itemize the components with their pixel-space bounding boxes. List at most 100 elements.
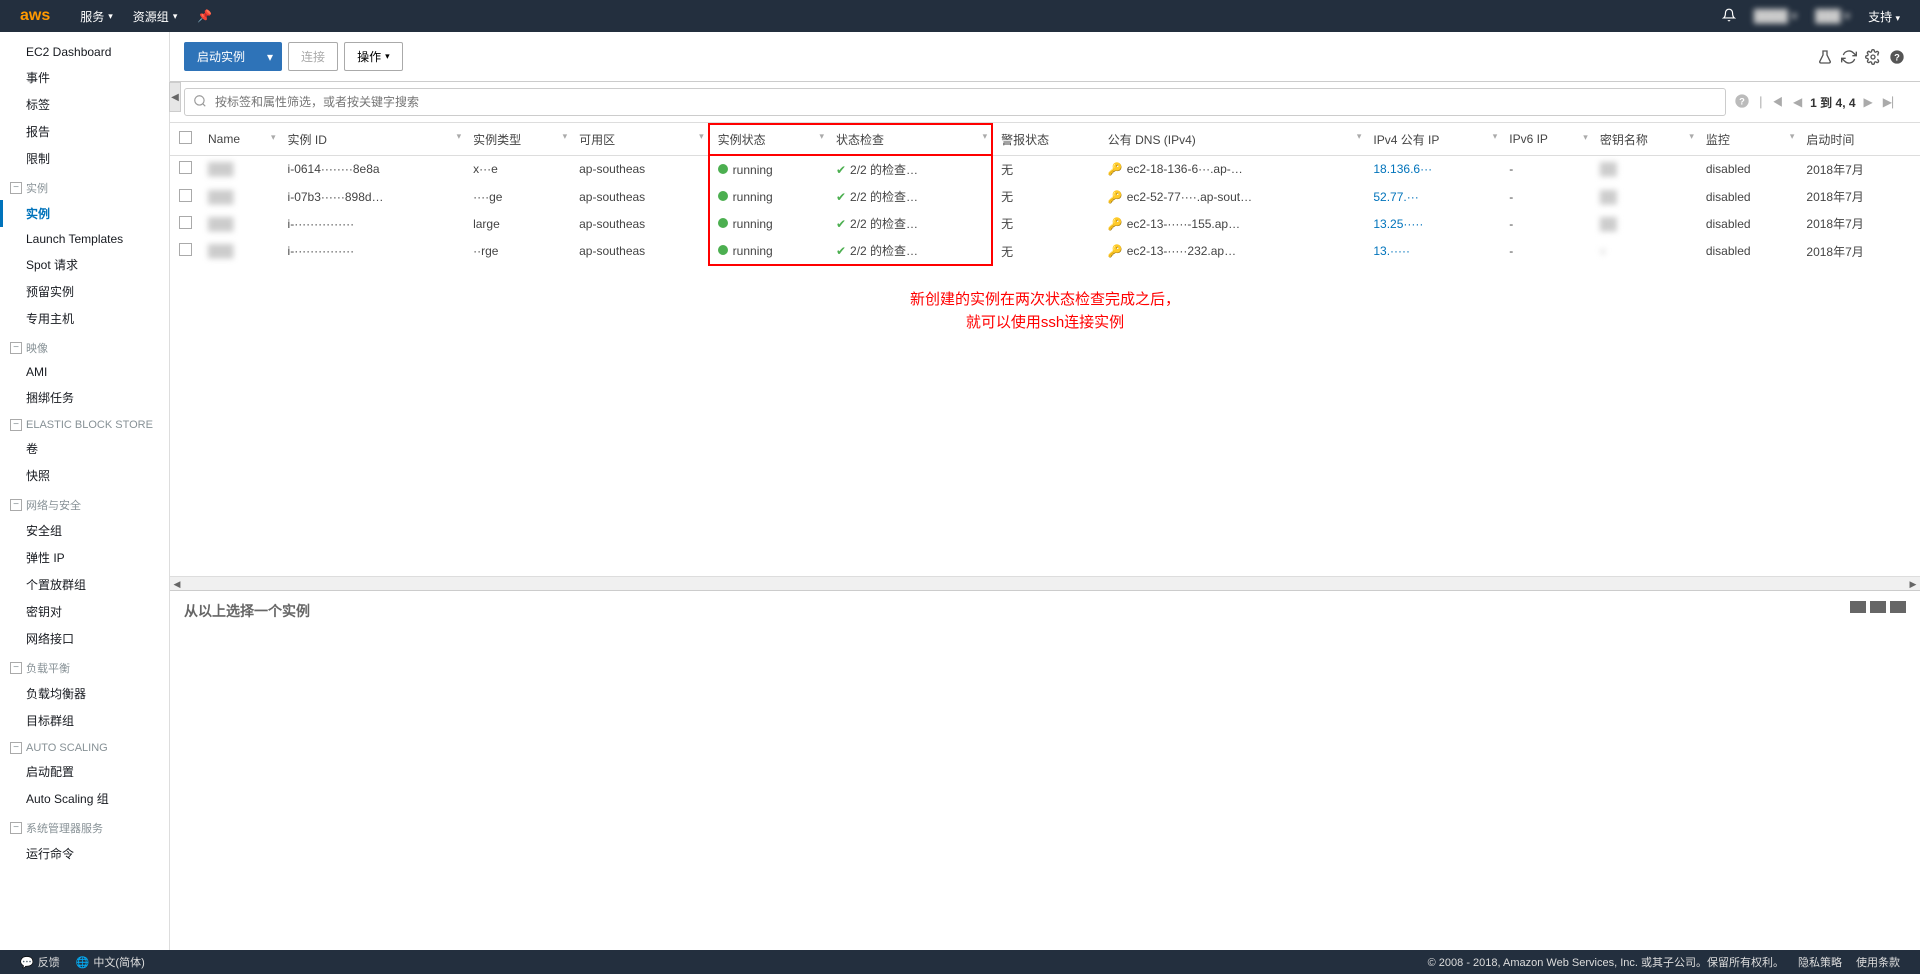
collapse-icon[interactable]: − [10,742,22,754]
col-name[interactable]: Name▾ [200,124,280,155]
page-prev-icon[interactable]: ◀ [1791,93,1804,111]
collapse-icon[interactable]: − [10,419,22,431]
horizontal-scrollbar[interactable]: ◀ ▶ [170,576,1920,590]
privacy-link[interactable]: 隐私策略 [1798,954,1842,970]
sidebar-item[interactable]: 卷 [0,435,169,462]
services-menu[interactable]: 服务 ▾ [80,8,113,25]
sidebar-item[interactable]: Spot 请求 [0,251,169,278]
instance-table: Name▾ 实例 ID▾ 实例类型▾ 可用区▾ 实例状态▾ 状态检查▾ 警报状态… [170,123,1920,576]
collapse-icon[interactable]: − [10,662,22,674]
col-public-dns[interactable]: 公有 DNS (IPv4)▾ [1100,124,1366,155]
region-menu[interactable]: ███ ▾ [1815,9,1850,23]
col-ipv6[interactable]: IPv6 IP▾ [1501,124,1592,155]
page-last-icon[interactable]: ▶⎸ [1881,93,1906,112]
sidebar-item[interactable]: 负载均衡器 [0,680,169,707]
feedback-button[interactable]: 💬 反馈 [20,954,60,970]
support-menu[interactable]: 支持 ▾ [1868,8,1900,25]
connect-button[interactable]: 连接 [288,42,338,71]
sidebar-item[interactable]: 目标群组 [0,707,169,734]
cell-public-ip[interactable]: 13.25····· [1365,210,1501,237]
sidebar-collapse-handle[interactable]: ◀ [169,82,181,112]
sidebar-item[interactable]: Auto Scaling 组 [0,785,169,812]
aws-logo[interactable]: aws [20,7,50,25]
refresh-icon[interactable] [1840,48,1858,66]
sidebar-item[interactable]: 密钥对 [0,598,169,625]
sidebar-group-header[interactable]: − 负载平衡 [0,652,169,680]
help-icon[interactable]: ? [1888,48,1906,66]
sidebar-item[interactable]: 运行命令 [0,840,169,867]
col-status-check[interactable]: 状态检查▾ [828,124,992,155]
sidebar-item[interactable]: 实例 [0,200,169,227]
sidebar-item[interactable]: 快照 [0,462,169,489]
collapse-icon[interactable]: − [10,342,22,354]
sidebar-item[interactable]: EC2 Dashboard [0,40,169,64]
launch-instance-dropdown[interactable]: ▾ [258,42,282,71]
resource-groups-menu[interactable]: 资源组 ▾ [133,8,178,25]
sidebar-item[interactable]: 标签 [0,91,169,118]
account-menu[interactable]: ████ ▾ [1754,9,1797,23]
terms-link[interactable]: 使用条款 [1856,954,1900,970]
col-state[interactable]: 实例状态▾ [709,124,828,155]
row-checkbox[interactable] [179,161,192,174]
sidebar-item[interactable]: 个置放群组 [0,571,169,598]
select-all-checkbox[interactable] [179,131,192,144]
sidebar-item[interactable]: 专用主机 [0,305,169,332]
table-row[interactable]: ███ i-07b3······898d… ····ge ap-southeas… [170,183,1920,210]
table-row[interactable]: ███ i-0614········8e8a x···e ap-southeas… [170,155,1920,183]
search-box[interactable] [184,88,1726,116]
layout-icon-1[interactable] [1850,601,1866,613]
sidebar-group-header[interactable]: − 网络与安全 [0,489,169,517]
col-zone[interactable]: 可用区▾ [571,124,709,155]
col-alarm[interactable]: 警报状态 [992,124,1100,155]
col-instance-id[interactable]: 实例 ID▾ [280,124,466,155]
flask-icon[interactable] [1816,48,1834,66]
collapse-icon[interactable]: − [10,822,22,834]
col-monitoring[interactable]: 监控▾ [1698,124,1799,155]
sidebar-group-header[interactable]: − AUTO SCALING [0,734,169,758]
col-key-name[interactable]: 密钥名称▾ [1592,124,1698,155]
sidebar-group-header[interactable]: − ELASTIC BLOCK STORE [0,411,169,435]
scroll-left-icon[interactable]: ◀ [170,577,184,591]
sidebar-group-header[interactable]: − 映像 [0,332,169,360]
language-button[interactable]: 🌐 中文(简体) [76,954,145,970]
row-checkbox[interactable] [179,243,192,256]
search-input[interactable] [213,93,1717,111]
row-checkbox[interactable] [179,216,192,229]
scroll-right-icon[interactable]: ▶ [1906,577,1920,591]
actions-button[interactable]: 操作 ▾ [344,42,403,71]
col-instance-type[interactable]: 实例类型▾ [465,124,571,155]
sidebar-item[interactable]: 预留实例 [0,278,169,305]
row-checkbox[interactable] [179,189,192,202]
layout-icon-2[interactable] [1870,601,1886,613]
pin-icon[interactable]: 📌 [197,8,212,25]
sidebar-group-header[interactable]: − 实例 [0,172,169,200]
sidebar-item[interactable]: 事件 [0,64,169,91]
sidebar-item[interactable]: 安全组 [0,517,169,544]
cell-state: running [709,155,828,183]
sidebar-item[interactable]: AMI [0,360,169,384]
sidebar-item[interactable]: Launch Templates [0,227,169,251]
cell-public-ip[interactable]: 13.····· [1365,237,1501,265]
sidebar-item[interactable]: 限制 [0,145,169,172]
collapse-icon[interactable]: − [10,182,22,194]
page-next-icon[interactable]: ▶ [1862,93,1875,111]
col-public-ip[interactable]: IPv4 公有 IP▾ [1365,124,1501,155]
search-help-icon[interactable]: ? [1734,93,1750,112]
layout-icon-3[interactable] [1890,601,1906,613]
launch-instance-button[interactable]: 启动实例 [184,42,258,71]
page-first-icon[interactable]: ⎸◀ [1758,93,1785,112]
sidebar-item[interactable]: 报告 [0,118,169,145]
sidebar-item[interactable]: 启动配置 [0,758,169,785]
gear-icon[interactable] [1864,48,1882,66]
table-row[interactable]: ███ i-··············· large ap-southeas … [170,210,1920,237]
cell-public-ip[interactable]: 52.77.··· [1365,183,1501,210]
bell-icon[interactable] [1722,8,1736,25]
col-launch-time[interactable]: 启动时间 [1798,124,1920,155]
collapse-icon[interactable]: − [10,499,22,511]
sidebar-item[interactable]: 捆绑任务 [0,384,169,411]
table-row[interactable]: ███ i-··············· ··rge ap-southeas … [170,237,1920,265]
sidebar-item[interactable]: 弹性 IP [0,544,169,571]
sidebar-group-header[interactable]: − 系统管理器服务 [0,812,169,840]
cell-public-ip[interactable]: 18.136.6··· [1365,155,1501,183]
sidebar-item[interactable]: 网络接口 [0,625,169,652]
